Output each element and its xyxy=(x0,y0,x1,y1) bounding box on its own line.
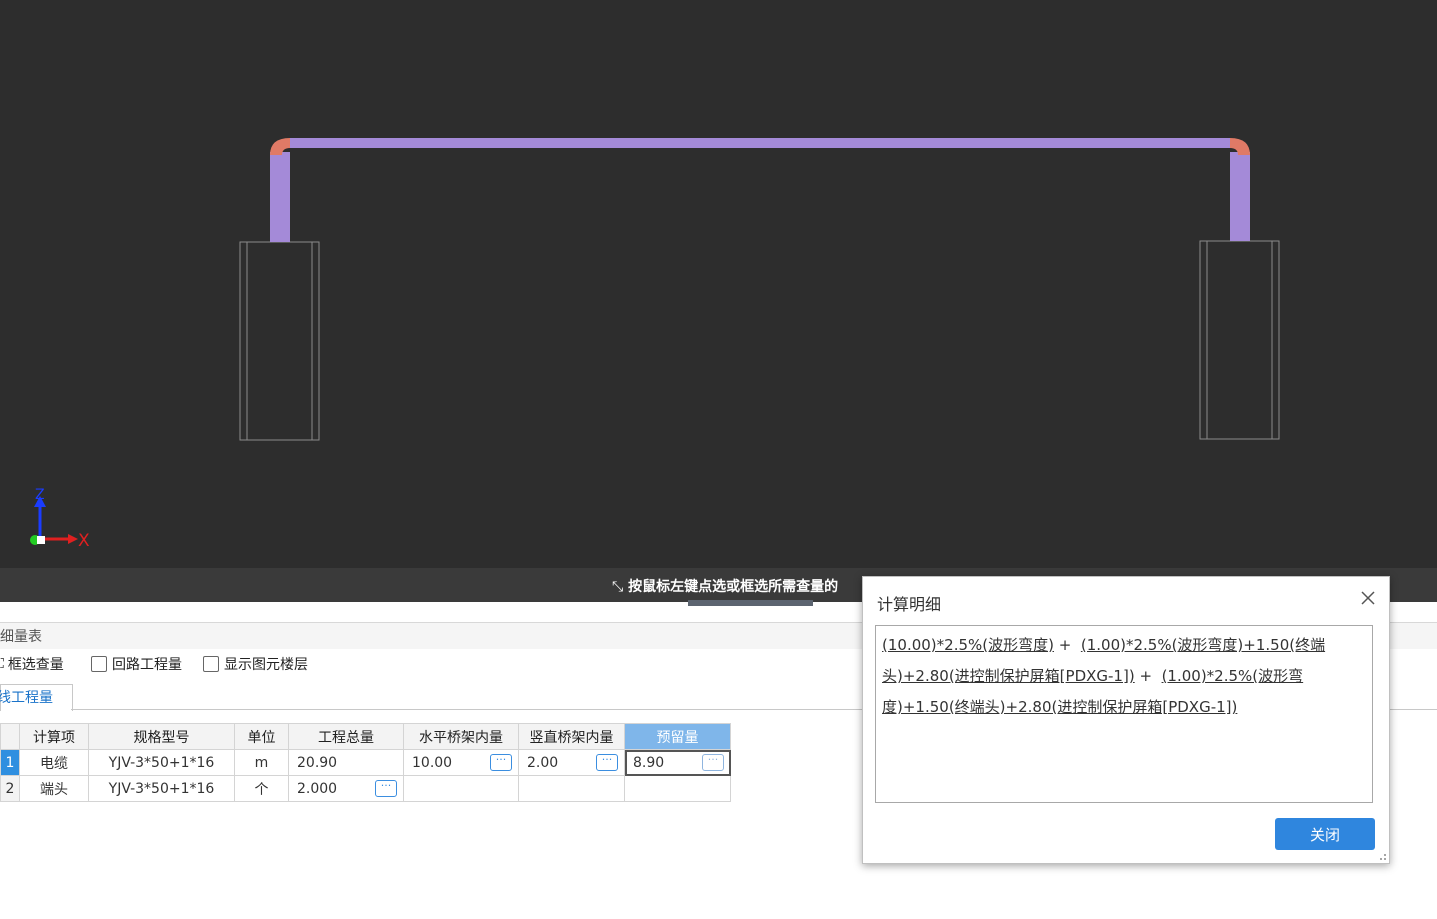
resize-grip-icon[interactable] xyxy=(1377,851,1387,861)
cell-total-value: 20.90 xyxy=(297,754,338,771)
dialog-title: 计算明细 xyxy=(877,595,942,614)
col-header-horizontal[interactable]: 水平桥架内量 xyxy=(403,723,519,750)
cell-unit[interactable]: m xyxy=(234,749,289,776)
formula-plus: + xyxy=(1053,636,1077,654)
x-axis-label: X xyxy=(78,531,90,551)
cell-horizontal-value: 10.00 xyxy=(412,754,453,771)
3d-viewport[interactable]: Z X xyxy=(0,0,1437,568)
col-header-reserve[interactable]: 预留量 xyxy=(624,723,731,750)
row-number-header xyxy=(0,723,20,750)
ellipsis-button[interactable]: ··· xyxy=(490,754,512,771)
cell-total-value: 2.000 xyxy=(297,780,338,797)
status-hint-text: 按鼠标左键点选或框选所需查量的 xyxy=(628,579,839,595)
tab-line-quantity[interactable]: 线工程量 xyxy=(0,684,73,711)
z-axis-label: Z xyxy=(35,487,45,503)
formula-plus: + xyxy=(1134,667,1157,685)
formula-textarea[interactable]: (10.00)*2.5%(波形弯度) + (1.00)*2.5%(波形弯度)+1… xyxy=(875,625,1373,803)
ellipsis-button[interactable]: ··· xyxy=(596,754,618,771)
table-header-row: 计算项 规格型号 单位 工程总量 水平桥架内量 竖直桥架内量 预留量 xyxy=(0,723,731,750)
cell-vertical-value: 2.00 xyxy=(527,754,559,771)
cell-horizontal[interactable] xyxy=(403,775,519,802)
checkbox-box[interactable] xyxy=(91,656,107,672)
cell-item[interactable]: 电缆 xyxy=(19,749,89,776)
select-cursor-icon: ⤡ xyxy=(612,579,624,595)
right-cabinet-box[interactable] xyxy=(1199,240,1280,440)
left-cabinet-box[interactable] xyxy=(239,241,320,441)
cell-unit[interactable]: 个 xyxy=(234,775,289,802)
row-number[interactable]: 1 xyxy=(0,749,20,776)
formula-part: (10.00)*2.5%(波形弯度) xyxy=(882,636,1054,654)
calc-detail-dialog: 计算明细 (10.00)*2.5%(波形弯度) + (1.00)*2.5%(波形… xyxy=(862,576,1390,864)
col-header-total[interactable]: 工程总量 xyxy=(288,723,404,750)
loop-quantity-checkbox[interactable]: 回路工程量 xyxy=(91,654,182,674)
cell-spec[interactable]: YJV-3*50+1*16 xyxy=(88,749,235,776)
tab-label: 线工程量 xyxy=(0,690,53,706)
show-floor-checkbox[interactable]: 显示图元楼层 xyxy=(203,654,308,674)
status-hint: ⤡ 按鼠标左键点选或框选所需查量的 xyxy=(612,576,838,596)
cell-item[interactable]: 端头 xyxy=(19,775,89,802)
col-header-unit[interactable]: 单位 xyxy=(234,723,289,750)
model-canvas: Z X xyxy=(30,138,1280,551)
checkbox-box[interactable] xyxy=(203,656,219,672)
cell-reserve-value: 8.90 xyxy=(633,754,665,771)
col-header-item[interactable]: 计算项 xyxy=(19,723,89,750)
box-select-button[interactable]: ⛶ 框选查量 xyxy=(0,654,64,674)
axis-gizmo: Z X xyxy=(30,487,90,551)
cell-reserve[interactable] xyxy=(624,775,731,802)
close-button[interactable]: 关闭 xyxy=(1275,818,1375,850)
cell-spec[interactable]: YJV-3*50+1*16 xyxy=(88,775,235,802)
col-header-vertical[interactable]: 竖直桥架内量 xyxy=(518,723,625,750)
row-number[interactable]: 2 xyxy=(0,775,20,802)
box-select-label: 框选查量 xyxy=(7,657,64,673)
panel-resize-handle[interactable] xyxy=(688,600,813,606)
show-floor-label: 显示图元楼层 xyxy=(224,657,308,673)
col-header-spec[interactable]: 规格型号 xyxy=(88,723,235,750)
ellipsis-button[interactable]: ··· xyxy=(375,780,397,797)
table-row[interactable]: 1 电缆 YJV-3*50+1*16 m 20.90 10.00 ··· 2.00… xyxy=(0,749,731,776)
cell-vertical[interactable] xyxy=(518,775,625,802)
cell-horizontal[interactable]: 10.00 ··· xyxy=(403,749,519,776)
cell-vertical[interactable]: 2.00 ··· xyxy=(518,749,625,776)
panel-title: 明细量表 xyxy=(0,629,42,645)
ellipsis-button[interactable]: ··· xyxy=(702,754,724,771)
cell-reserve[interactable]: 8.90 ··· xyxy=(624,749,731,776)
cable-run[interactable] xyxy=(270,138,1250,242)
cell-total[interactable]: 20.90 xyxy=(288,749,404,776)
close-icon[interactable] xyxy=(1359,589,1377,607)
cell-total[interactable]: 2.000 ··· xyxy=(288,775,404,802)
quantity-table: 计算项 规格型号 单位 工程总量 水平桥架内量 竖直桥架内量 预留量 1 电缆 … xyxy=(0,723,731,802)
loop-quantity-label: 回路工程量 xyxy=(112,657,182,673)
box-select-icon: ⛶ xyxy=(0,656,4,672)
table-row[interactable]: 2 端头 YJV-3*50+1*16 个 2.000 ··· xyxy=(0,775,731,802)
